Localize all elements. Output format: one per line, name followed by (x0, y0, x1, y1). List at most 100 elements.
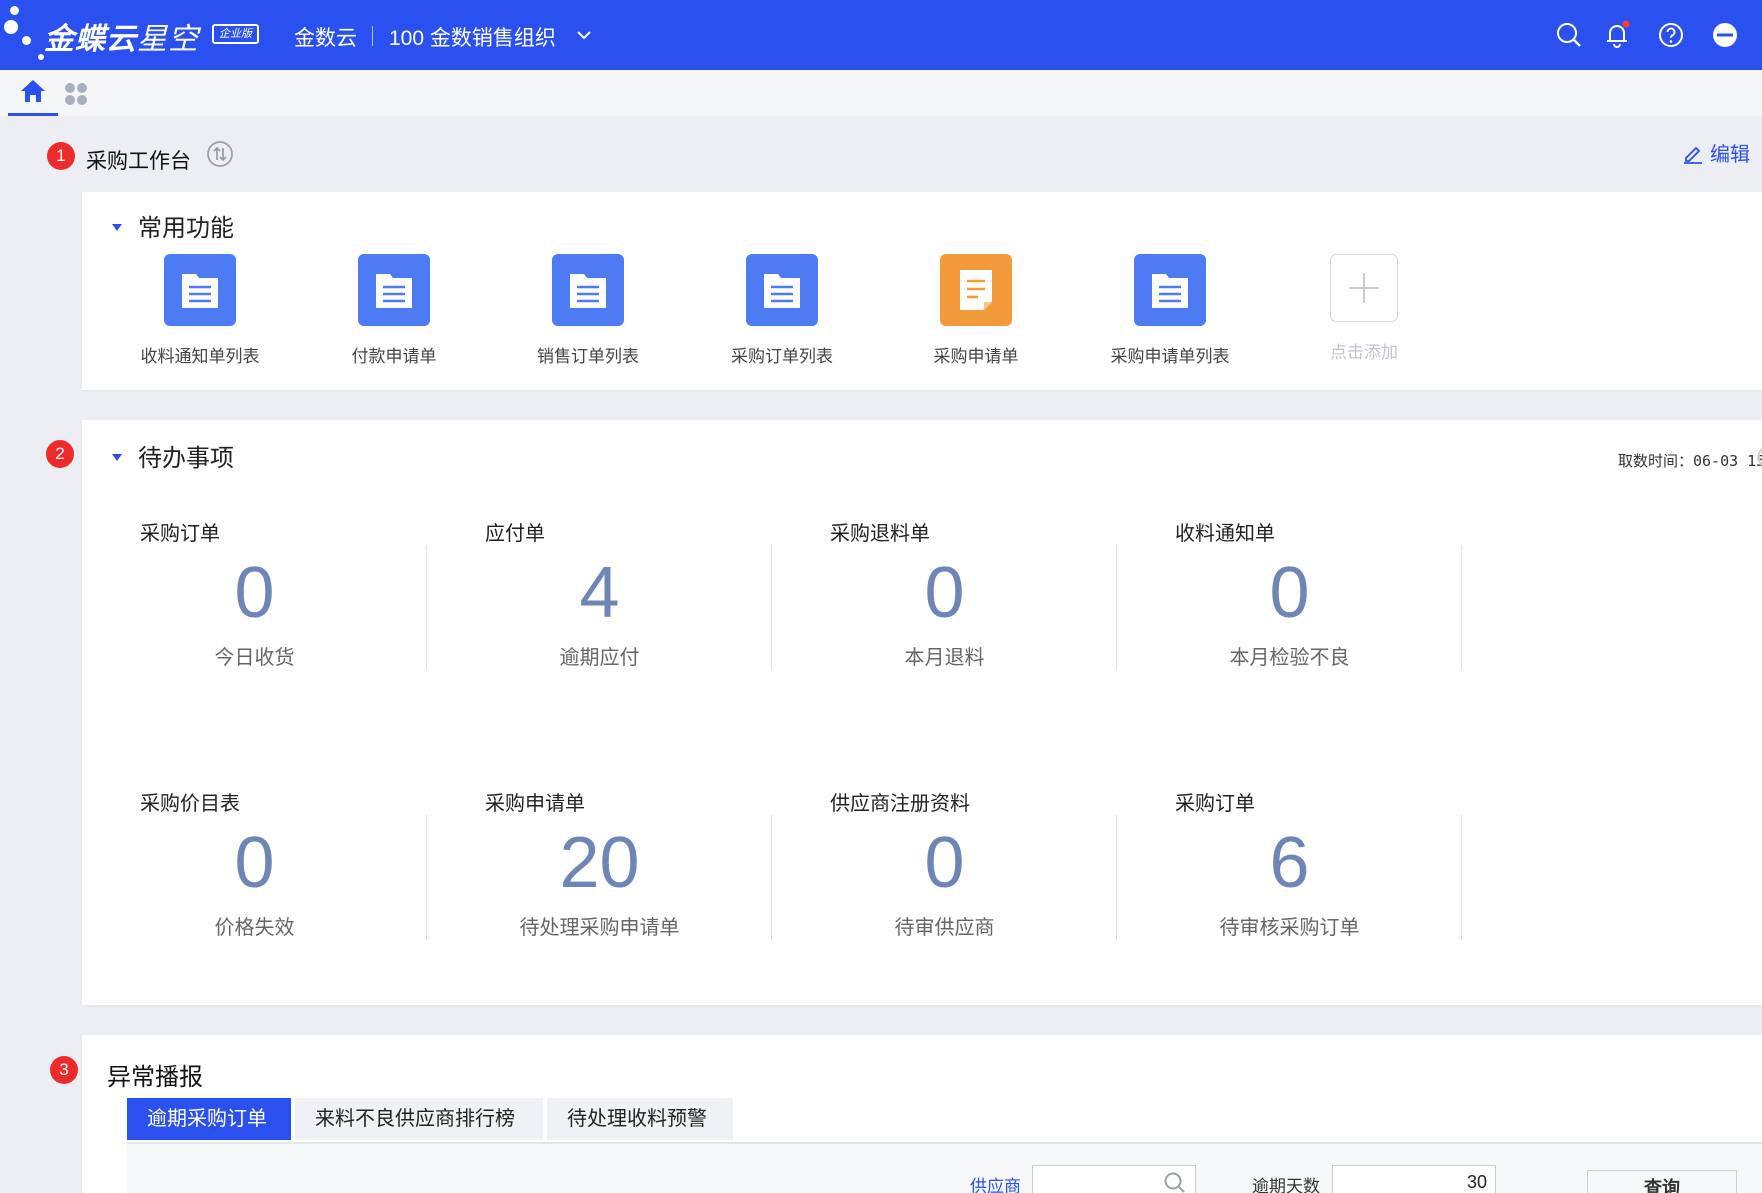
stat-value: 20 (559, 823, 640, 903)
func-purchase-request[interactable]: 采购申请单 (886, 254, 1066, 367)
common-functions-title: 常用功能 (138, 215, 234, 242)
home-tab[interactable] (8, 70, 58, 116)
stat-card[interactable]: 采购订单 0 今日收货 (82, 523, 427, 670)
edition-badge: 企业版 (212, 24, 259, 44)
common-functions-card: 常用功能 收料通知单列表 付款申请单 销售订单列表 采购订单列表 采购申请单 采… (82, 192, 1762, 390)
document-list-icon (358, 254, 430, 326)
top-bar: 金蝶云星空 企业版 金数云 100 金数销售组织 (0, 0, 1762, 70)
logo-icon (0, 0, 50, 70)
tab-bad-supplier-ranking[interactable]: 来料不良供应商排行榜 (295, 1098, 543, 1140)
collapse-caret-icon (112, 454, 122, 461)
chevron-down-icon[interactable] (574, 28, 594, 44)
tenant-name[interactable]: 金数云 (294, 22, 357, 52)
brand-logo: 金蝶云星空 (44, 14, 199, 58)
user-avatar-icon[interactable] (1710, 20, 1740, 50)
plus-icon (1330, 254, 1398, 322)
func-sales-order-list[interactable]: 销售订单列表 (498, 254, 678, 367)
func-label: 付款申请单 (351, 347, 437, 366)
stat-subtitle: 本月检验不良 (1229, 647, 1350, 669)
overdue-days-input[interactable]: 30 (1332, 1165, 1496, 1193)
collapse-caret-icon (112, 224, 122, 231)
document-form-icon (940, 254, 1012, 326)
stat-card[interactable]: 采购退料单 0 本月退料 (772, 523, 1117, 670)
step-badge-1: 1 (47, 142, 75, 170)
document-list-icon (746, 254, 818, 326)
func-label: 收料通知单列表 (140, 347, 260, 366)
stat-value: 0 (924, 553, 965, 633)
document-list-icon (1134, 254, 1206, 326)
refresh-icon[interactable] (1746, 442, 1762, 472)
apps-grid-icon[interactable] (64, 82, 88, 106)
stat-subtitle: 本月退料 (904, 647, 985, 669)
func-purchase-order-list[interactable]: 采购订单列表 (692, 254, 872, 367)
todo-card: 待办事项 取数时间：06-03 15:57 采购订单 0 今日收货 应付单 4 … (82, 420, 1762, 1005)
stat-value: 0 (1269, 553, 1310, 633)
brand-product: 星空 (137, 23, 199, 56)
supplier-label: 供应商 (970, 1177, 1021, 1193)
func-label: 点击添加 (1330, 343, 1398, 362)
stat-value: 0 (234, 823, 275, 903)
stat-value: 6 (1269, 823, 1310, 903)
stat-subtitle: 今日收货 (214, 647, 295, 669)
stat-value: 0 (234, 553, 275, 633)
overdue-days-label: 逾期天数 (1252, 1177, 1320, 1193)
query-button[interactable]: 查询 (1587, 1170, 1737, 1193)
document-list-icon (164, 254, 236, 326)
filter-bar (127, 1144, 1762, 1193)
stat-value: 4 (579, 553, 620, 633)
func-add-shortcut[interactable]: 点击添加 (1274, 254, 1454, 363)
divider (1461, 815, 1462, 940)
stat-card[interactable]: 采购价目表 0 价格失效 (82, 793, 427, 940)
func-label: 销售订单列表 (537, 347, 639, 366)
stat-subtitle: 待审核采购订单 (1219, 917, 1360, 939)
document-list-icon (552, 254, 624, 326)
org-selector[interactable]: 100 金数销售组织 (389, 22, 556, 52)
home-icon (21, 80, 45, 102)
func-label: 采购申请单 (933, 347, 1019, 366)
tab-overdue-po[interactable]: 逾期采购订单 (127, 1098, 291, 1140)
stat-card[interactable]: 采购申请单 20 待处理采购申请单 (427, 793, 772, 940)
stat-title: 采购订单 (1175, 793, 1255, 815)
stat-card[interactable]: 收料通知单 0 本月检验不良 (1117, 523, 1462, 670)
common-functions-header[interactable]: 常用功能 (112, 208, 234, 243)
search-icon[interactable] (1554, 20, 1584, 50)
todo-title: 待办事项 (138, 445, 234, 472)
edit-layout-button[interactable]: 编辑 (1682, 138, 1750, 167)
func-payment-request[interactable]: 付款申请单 (304, 254, 484, 367)
stat-card[interactable]: 应付单 4 逾期应付 (427, 523, 772, 670)
tab-pending-receipt-alert[interactable]: 待处理收料预警 (547, 1098, 733, 1140)
divider (1461, 545, 1462, 670)
todo-header[interactable]: 待办事项 (112, 438, 234, 473)
fetch-time: 取数时间：06-03 15:57 (1618, 452, 1762, 470)
func-label: 采购订单列表 (731, 347, 833, 366)
org-separator (372, 26, 373, 46)
stat-title: 采购申请单 (485, 793, 585, 815)
func-label: 采购申请单列表 (1110, 347, 1230, 366)
search-icon[interactable] (1163, 1171, 1187, 1193)
stat-title: 应付单 (485, 523, 545, 545)
step-badge-3: 3 (50, 1056, 78, 1084)
stat-card[interactable]: 供应商注册资料 0 待审供应商 (772, 793, 1117, 940)
stat-card[interactable]: 采购订单 6 待审核采购订单 (1117, 793, 1462, 940)
sort-toggle-icon[interactable] (206, 140, 234, 168)
pencil-icon (1684, 146, 1702, 164)
stat-title: 采购退料单 (830, 523, 930, 545)
stat-value: 0 (924, 823, 965, 903)
stat-title: 采购订单 (140, 523, 220, 545)
step-badge-2: 2 (46, 440, 74, 468)
stat-subtitle: 待处理采购申请单 (519, 917, 680, 939)
func-receipt-notice-list[interactable]: 收料通知单列表 (110, 254, 290, 367)
stat-subtitle: 待审供应商 (894, 917, 995, 939)
bell-icon[interactable] (1602, 20, 1632, 50)
stat-title: 供应商注册资料 (830, 793, 970, 815)
func-purchase-request-list[interactable]: 采购申请单列表 (1080, 254, 1260, 367)
exceptions-card: 异常播报 逾期采购订单 来料不良供应商排行榜 待处理收料预警 供应商 逾期天数 … (82, 1035, 1762, 1193)
help-icon[interactable] (1656, 20, 1686, 50)
supplier-input[interactable] (1032, 1165, 1196, 1193)
stat-subtitle: 逾期应付 (559, 647, 640, 669)
exceptions-title: 异常播报 (107, 1064, 203, 1091)
brand-name: 金蝶云 (44, 23, 137, 56)
edit-label: 编辑 (1710, 144, 1750, 166)
stat-title: 采购价目表 (140, 793, 240, 815)
page-tab-strip (0, 70, 1762, 116)
